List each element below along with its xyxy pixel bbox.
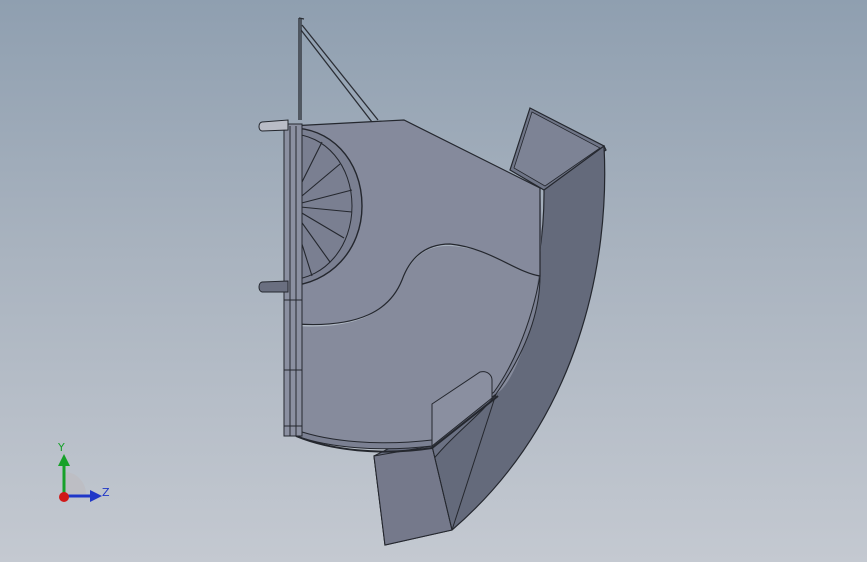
lower-pin xyxy=(258,280,289,293)
z-axis-label: Z xyxy=(102,486,110,499)
y-axis-label: Y xyxy=(58,441,65,454)
upper-pin xyxy=(258,119,289,132)
coordinate-triad: Y Z xyxy=(48,438,118,512)
graphics-viewport[interactable]: Y Z xyxy=(0,0,867,562)
3d-model-view[interactable] xyxy=(0,0,867,562)
top-support-strut xyxy=(298,17,379,123)
x-axis-origin xyxy=(59,492,69,502)
vertical-frame-rail xyxy=(283,123,303,437)
